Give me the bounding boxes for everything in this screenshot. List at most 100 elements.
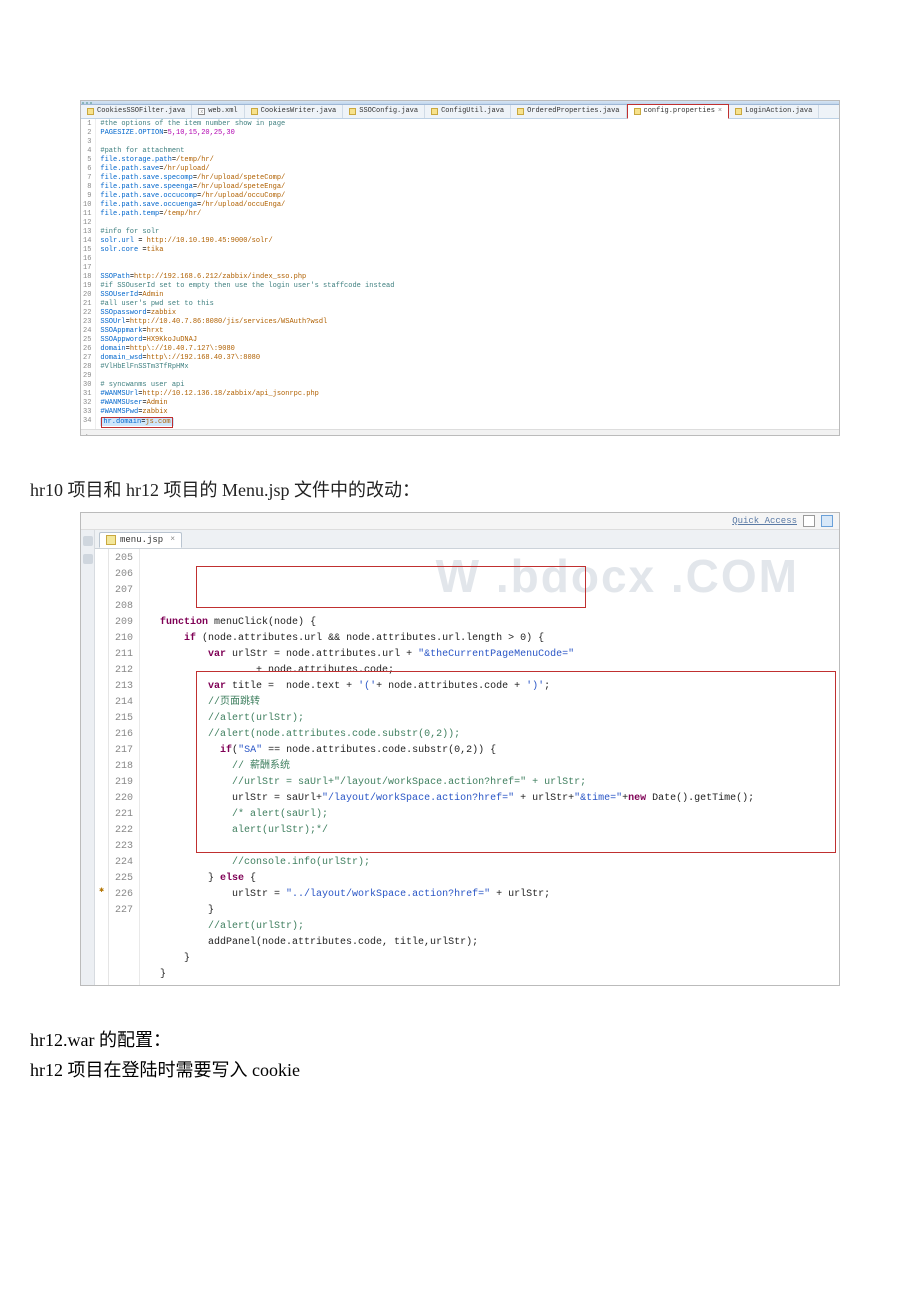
line-number: 212: [115, 663, 133, 679]
close-icon[interactable]: ×: [170, 535, 175, 544]
code-line: [100, 255, 835, 264]
code-line: urlStr = saUrl+"/layout/workSpace.action…: [148, 791, 831, 807]
tab-cookiesssofilter-java[interactable]: CookiesSSOFilter.java: [81, 105, 192, 118]
code-line: domain_wsd=http\://192.168.40.37\:8080: [100, 354, 835, 363]
tab-label: LoginAction.java: [745, 107, 812, 116]
line-number: 17: [83, 264, 91, 273]
menu-jsp-editor: Quick Access menu.jsp × W .bdocx .COM: [80, 512, 840, 986]
editor2-marker-column: ✱: [95, 549, 109, 985]
line-number: 1: [83, 120, 91, 129]
code-line: hr.domain=js.com: [100, 417, 835, 428]
code-line: // 薪酬系统: [148, 759, 831, 775]
code-line: file.storage.path=/temp/hr/: [100, 156, 835, 165]
code-line: #all user's pwd set to this: [100, 300, 835, 309]
marker-cell: [95, 773, 108, 789]
code-line: SSOAppword=HX9KkoJuDNAJ: [100, 336, 835, 345]
tab-orderedproperties-java[interactable]: OrderedProperties.java: [511, 105, 626, 118]
line-number: 28: [83, 363, 91, 372]
marker-cell: [95, 789, 108, 805]
tab-label: menu.jsp: [120, 535, 163, 545]
code-line: file.path.temp=/temp/hr/: [100, 210, 835, 219]
line-number: 214: [115, 695, 133, 711]
line-number: 211: [115, 647, 133, 663]
code-line: if (node.attributes.url && node.attribut…: [148, 631, 831, 647]
line-number: 14: [83, 237, 91, 246]
doc-final-block: hr12.war 的配置： hr12 项目在登陆时需要写入 cookie: [30, 1026, 900, 1082]
code-line: #VlHbElFnSSTm3TfRpHMx: [100, 363, 835, 372]
tab-ssoconfig-java[interactable]: SSOConfig.java: [343, 105, 425, 118]
line-number: 26: [83, 345, 91, 354]
toolbar-icon[interactable]: [83, 554, 93, 564]
code-line: //页面跳转: [148, 695, 831, 711]
marker-cell: [95, 597, 108, 613]
code-line: #path for attachment: [100, 147, 835, 156]
code-line: PAGESIZE.OPTION=5,10,15,20,25,30: [100, 129, 835, 138]
line-number: 4: [83, 147, 91, 156]
line-number: 223: [115, 839, 133, 855]
code-line: /* alert(saUrl);: [148, 807, 831, 823]
code-line: addPanel(node.attributes.code, title,url…: [148, 935, 831, 951]
code-line: alert(urlStr);*/: [148, 823, 831, 839]
code-line: [100, 219, 835, 228]
code-line: file.path.save=/hr/upload/: [100, 165, 835, 174]
perspective-icon-2[interactable]: [821, 515, 833, 527]
line-number: 222: [115, 823, 133, 839]
tab-label: CookiesWriter.java: [261, 107, 337, 116]
line-number: 9: [83, 192, 91, 201]
tab-config-properties[interactable]: config.properties ×: [627, 104, 730, 119]
line-number: 23: [83, 318, 91, 327]
java-icon: [349, 108, 356, 115]
prop-icon: [634, 108, 641, 115]
doc-paragraph-1: hr10 项目和 hr12 项目的 Menu.jsp 文件中的改动：: [30, 476, 900, 502]
marker-cell: [95, 725, 108, 741]
code-line: #WANMSUrl=http://10.12.136.18/zabbix/api…: [100, 390, 835, 399]
marker-cell: ✱: [95, 885, 108, 901]
marker-cell: [95, 901, 108, 917]
tab-menu-jsp[interactable]: menu.jsp ×: [99, 532, 182, 548]
code-line: + node.attributes.code;: [148, 663, 831, 679]
tab-label: web.xml: [208, 107, 237, 116]
code-line: if("SA" == node.attributes.code.substr(0…: [148, 743, 831, 759]
line-number: 34: [83, 417, 91, 426]
line-number: 227: [115, 903, 133, 919]
line-number: 19: [83, 282, 91, 291]
close-icon[interactable]: ×: [718, 107, 722, 116]
code-line: }: [148, 903, 831, 919]
line-number: 219: [115, 775, 133, 791]
line-number: 6: [83, 165, 91, 174]
line-number: 15: [83, 246, 91, 255]
line-number: 31: [83, 390, 91, 399]
line-number: 226: [115, 887, 133, 903]
quick-access-link[interactable]: Quick Access: [732, 516, 797, 526]
perspective-icon[interactable]: [803, 515, 815, 527]
toolbar-icon[interactable]: [83, 536, 93, 546]
tab-loginaction-java[interactable]: LoginAction.java: [729, 105, 819, 118]
code-line: [148, 839, 831, 855]
tab-label: config.properties: [644, 107, 715, 116]
code-line: [100, 264, 835, 273]
line-number: 20: [83, 291, 91, 300]
code-line: //urlStr = saUrl+"/layout/workSpace.acti…: [148, 775, 831, 791]
tab-web-xml[interactable]: xweb.xml: [192, 105, 244, 118]
code-line: #the options of the item number show in …: [100, 120, 835, 129]
editor1-code: #the options of the item number show in …: [96, 119, 839, 429]
line-number: 11: [83, 210, 91, 219]
line-number: 25: [83, 336, 91, 345]
marker-cell: [95, 805, 108, 821]
line-number: 206: [115, 567, 133, 583]
line-number: 208: [115, 599, 133, 615]
code-line: function menuClick(node) {: [148, 615, 831, 631]
tab-cookieswriter-java[interactable]: CookiesWriter.java: [245, 105, 344, 118]
marker-cell: [95, 613, 108, 629]
java-icon: [431, 108, 438, 115]
line-number: 7: [83, 174, 91, 183]
tab-label: CookiesSSOFilter.java: [97, 107, 185, 116]
tab-configutil-java[interactable]: ConfigUtil.java: [425, 105, 511, 118]
code-line: //alert(urlStr);: [148, 711, 831, 727]
code-line: } else {: [148, 871, 831, 887]
line-number: 29: [83, 372, 91, 381]
doc-paragraph-3: hr12 项目在登陆时需要写入 cookie: [30, 1056, 900, 1082]
line-number: 18: [83, 273, 91, 282]
code-line: # syncwanms user api: [100, 381, 835, 390]
editor2-code: function menuClick(node) { if (node.attr…: [140, 549, 839, 985]
